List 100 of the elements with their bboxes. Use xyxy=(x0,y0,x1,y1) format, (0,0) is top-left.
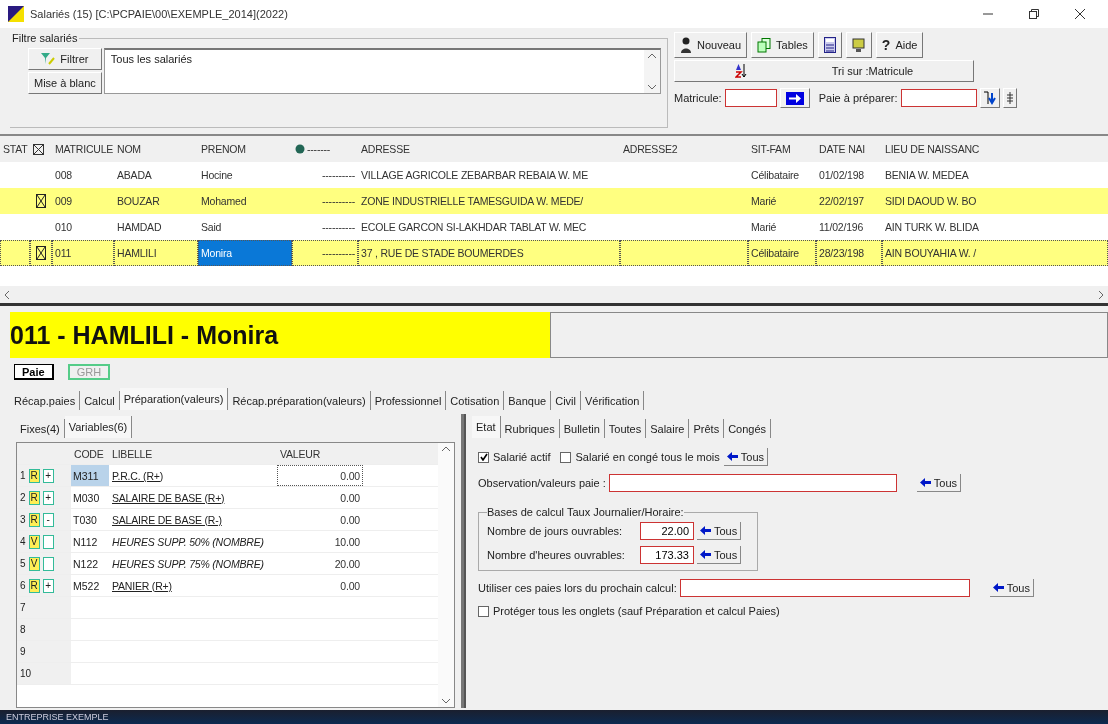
close-icon xyxy=(1075,9,1085,19)
status-text: ENTREPRISE EXEMPLE xyxy=(6,712,109,722)
row-number: 6 R + xyxy=(17,575,71,596)
table-row[interactable]: 4 V N112 HEURES SUPP. 50% (NOMBRE) 10.00 xyxy=(17,531,438,553)
filter-field[interactable]: Tous les salariés xyxy=(103,48,661,94)
tous-button[interactable]: Tous xyxy=(697,546,742,564)
person-button[interactable]: Nouveau xyxy=(674,32,748,58)
checkbox-label: Protéger tous les onglets (sauf Préparation et calcul Paies) xyxy=(493,605,780,617)
table-row[interactable]: 3 R - T030 SALAIRE DE BASE (R-) 0.00 xyxy=(17,509,438,531)
restore-icon xyxy=(1029,9,1039,19)
tab[interactable]: Etat xyxy=(472,416,501,438)
tous-button[interactable]: Tous xyxy=(916,474,962,492)
table-cell-text: 008 xyxy=(54,168,73,183)
observation-field[interactable] xyxy=(608,474,897,492)
table-row[interactable]: 10 xyxy=(17,663,438,685)
checkbox-mark xyxy=(36,194,46,208)
table-cell-text: Hocine xyxy=(200,168,234,183)
table-cell-text: BENIA W. MEDEA xyxy=(884,168,970,183)
column-header: LIEU DE NAISSANC xyxy=(884,143,981,155)
group-title: Bases de calcul Taux Journalier/Horaire: xyxy=(487,506,684,518)
help-button[interactable]: ? Aide xyxy=(875,32,924,58)
insert-button[interactable] xyxy=(979,88,1000,108)
scroll-down-icon[interactable] xyxy=(648,85,656,90)
table-cell: Célibataire xyxy=(748,240,816,266)
type-badge: R xyxy=(28,468,40,483)
list-button[interactable] xyxy=(1002,88,1017,108)
reset-button[interactable]: Mise à blanc xyxy=(28,72,102,94)
checkbox-header-icon xyxy=(33,143,44,155)
tab[interactable]: Variables(6) xyxy=(64,416,133,438)
table-cell-text: PANIER (R+) xyxy=(111,579,173,592)
column-header: ADRESSE xyxy=(360,143,411,155)
paie-field[interactable] xyxy=(900,89,977,107)
table-row[interactable]: 8 xyxy=(17,619,438,641)
checkbox-mark xyxy=(36,246,46,260)
table-cell-text: ZONE INDUSTRIELLE TAMESGUIDA W. MEDE/ xyxy=(360,194,585,209)
table-row[interactable]: 9 xyxy=(17,641,438,663)
table-cell-text: 11/02/196 xyxy=(818,220,865,235)
table-cell-text: ECOLE GARCON SI-LAKHDAR TABLAT W. MEC xyxy=(360,220,588,235)
table-row[interactable]: 6 R + M522 PANIER (R+) 0.00 xyxy=(17,575,438,597)
table-cell: ---------- xyxy=(292,240,358,266)
window-title: Salariés (15) [C:\PCPAIE\00\EXEMPLE_2014](2022) xyxy=(30,8,289,20)
row-number: 3 R - xyxy=(17,509,71,530)
heures-field[interactable]: 173.33 xyxy=(640,546,694,564)
table-cell-text: 22/02/197 xyxy=(818,194,865,209)
matricule-field[interactable] xyxy=(724,89,777,107)
table-cell-text: ---------- xyxy=(321,168,356,183)
table-cell-text: SIDI DAOUD W. BO xyxy=(884,194,978,209)
table-cell-text: Célibataire xyxy=(750,168,800,183)
scroll-right-icon[interactable] xyxy=(1099,290,1104,299)
scroll-down-icon[interactable] xyxy=(442,699,450,704)
table-cell-text: SALAIRE DE BASE (R+) xyxy=(111,491,226,504)
table-row[interactable]: 1 R + M311 P.R.C. (R+) 0.00 xyxy=(17,465,438,487)
column-header: LIBELLE xyxy=(111,447,154,460)
table-row[interactable]: 011 HAMLILI Monira ---------- 37 , RUE DE STADE BOUMERDES Célibataire 28/23/198 AIN BOUYAHIA W. / xyxy=(0,240,1108,266)
table-cell-text: 20.00 xyxy=(333,556,361,572)
person-icon xyxy=(680,37,692,53)
field-label: Matricule: xyxy=(674,92,722,104)
type-badge: V xyxy=(28,534,40,549)
table-row[interactable]: 009 BOUZAR Mohamed ---------- ZONE INDUSTRIELLE TAMESGUIDA W. MEDE/ Marié 22/02/197 SIDI DAOUD W. BO xyxy=(0,188,1108,214)
scroll-up-icon[interactable] xyxy=(442,446,450,451)
checkbox[interactable] xyxy=(560,451,572,463)
table-cell: M311 xyxy=(71,465,109,486)
table-cell-text: SALAIRE DE BASE (R-) xyxy=(111,513,223,526)
row-number: 9 xyxy=(17,641,71,662)
checkbox[interactable] xyxy=(478,605,489,617)
calc-button[interactable] xyxy=(817,32,842,58)
jours-field[interactable]: 22.00 xyxy=(640,522,694,540)
tous-button[interactable]: Tous xyxy=(989,579,1034,597)
minimize-icon xyxy=(983,13,993,15)
table-cell-text: Marié xyxy=(750,194,778,209)
field-label: Nombre d'heures ouvrables: xyxy=(487,549,626,561)
tab[interactable]: Préparation(valeurs) xyxy=(119,388,229,410)
arrow-left-icon xyxy=(726,452,738,461)
table-cell-text: 0.00 xyxy=(339,490,361,506)
tous-button[interactable]: Tous xyxy=(723,448,769,466)
scroll-up-icon[interactable] xyxy=(648,53,656,58)
mode-tab[interactable]: Paie xyxy=(14,364,54,380)
tous-button[interactable]: Tous xyxy=(697,522,742,540)
utiliser-field[interactable] xyxy=(679,579,970,597)
table-cell-text: 0.00 xyxy=(339,512,361,528)
table-cell: 0.00 xyxy=(277,465,363,486)
table-row[interactable]: 5 V N122 HEURES SUPP. 75% (NOMBRE) 20.00 xyxy=(17,553,438,575)
arrow-left-icon xyxy=(700,550,711,559)
filter-button[interactable]: Filtrer xyxy=(28,48,102,70)
sign-badge: + xyxy=(42,578,54,593)
documents-icon xyxy=(757,37,772,53)
table-row[interactable]: 7 xyxy=(17,597,438,619)
monitor-icon xyxy=(851,37,866,53)
table-row[interactable]: 2 R + M030 SALAIRE DE BASE (R+) 0.00 xyxy=(17,487,438,509)
scroll-left-icon[interactable] xyxy=(4,290,9,299)
app-logo xyxy=(8,6,24,22)
checkbox[interactable] xyxy=(478,451,489,463)
arrow-down-icon xyxy=(982,91,997,105)
sort-button[interactable]: Tri sur :Matricule xyxy=(674,60,974,82)
go-button[interactable] xyxy=(779,88,810,108)
employee-heading: 011 - HAMLILI - Monira xyxy=(10,312,550,358)
docs-button[interactable]: Tables xyxy=(751,32,814,58)
table-cell-text: AIN TURK W. BLIDA xyxy=(884,220,980,235)
monitor-button[interactable] xyxy=(845,32,872,58)
column-header: SIT-FAM xyxy=(750,143,792,155)
